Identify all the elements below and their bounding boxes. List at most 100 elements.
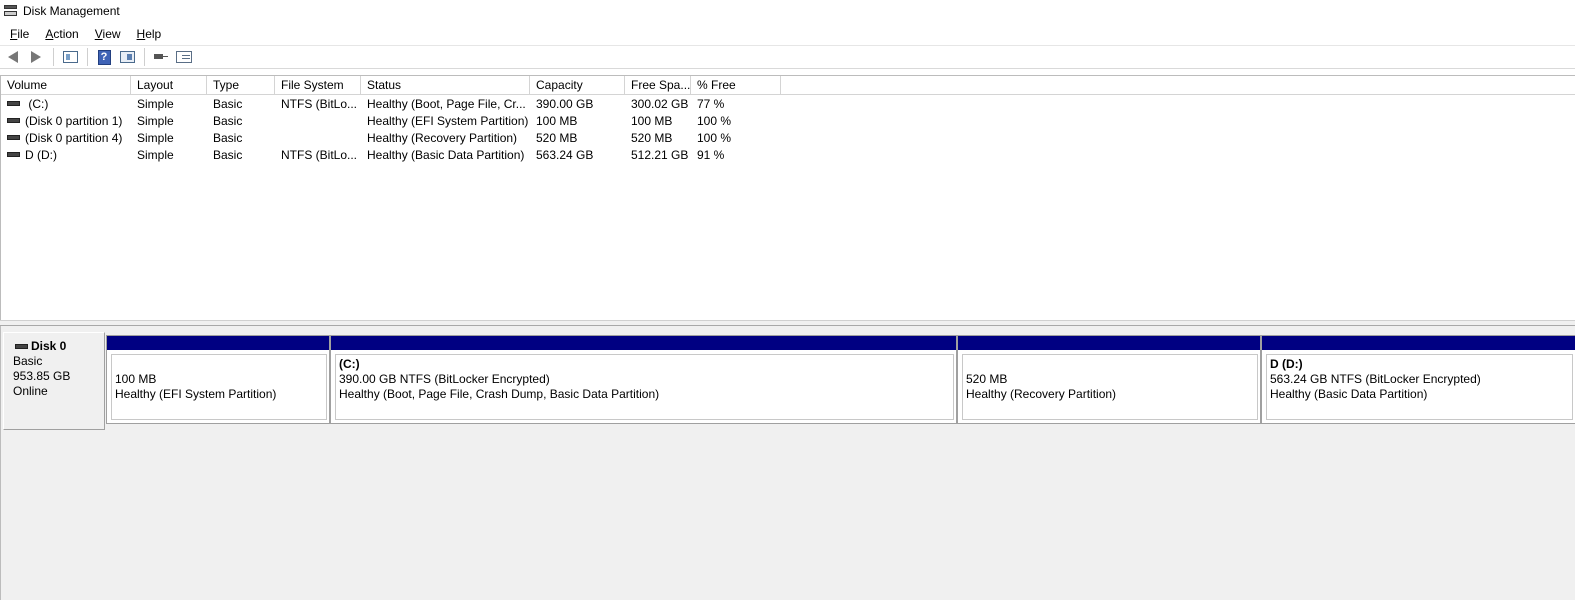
- type-cell: Basic: [213, 131, 243, 145]
- list-view-icon: [176, 51, 192, 63]
- percent-free-cell: 100 %: [697, 131, 732, 145]
- volume-icon: [7, 118, 20, 124]
- column-header-percent-free[interactable]: % Free: [691, 76, 781, 95]
- menu-view[interactable]: View: [87, 27, 129, 41]
- layout-cell: Simple: [137, 148, 174, 162]
- partition-detail: 100 MB: [115, 372, 157, 386]
- partition-detail: 390.00 GB NTFS (BitLocker Encrypted): [339, 372, 550, 386]
- column-header-status[interactable]: Status: [361, 76, 530, 95]
- forward-arrow-icon: [31, 51, 41, 63]
- percent-free-cell: 77 %: [697, 97, 725, 111]
- volume-name: D (D:): [25, 148, 57, 162]
- disk-management-app-icon: [3, 3, 19, 19]
- table-row[interactable]: (C:) Simple Basic NTFS (BitLo... Healthy…: [1, 96, 781, 113]
- capacity-cell: 390.00 GB: [536, 97, 594, 111]
- partition-detail: 520 MB: [966, 372, 1008, 386]
- partition-bar: [958, 336, 1260, 350]
- menu-action[interactable]: Action: [37, 27, 86, 41]
- layout-cell: Simple: [137, 131, 174, 145]
- connect-disk-icon: [153, 52, 169, 62]
- partition-status: Healthy (Recovery Partition): [966, 387, 1117, 401]
- volume-icon: [7, 152, 20, 158]
- volume-list[interactable]: Volume Layout Type File System Status Ca…: [0, 75, 1575, 320]
- menu-file[interactable]: File: [2, 27, 37, 41]
- disk-state: Online: [13, 384, 48, 398]
- type-cell: Basic: [213, 148, 243, 162]
- toolbar-separator: [53, 48, 54, 66]
- graphical-disk-view: Disk 0 Basic 953.85 GB Online 100 MB Hea…: [0, 326, 1575, 600]
- help-button[interactable]: ?: [94, 47, 114, 67]
- status-cell: Healthy (Recovery Partition): [367, 131, 518, 145]
- menu-bar: File Action View Help: [0, 23, 1575, 44]
- partition-bar: [1262, 336, 1575, 350]
- disk-name: Disk 0: [31, 339, 67, 353]
- partition-body: 520 MB Healthy (Recovery Partition): [962, 354, 1258, 420]
- partition-bar: [331, 336, 956, 350]
- status-cell: Healthy (EFI System Partition): [367, 114, 529, 128]
- back-button[interactable]: [3, 47, 23, 67]
- toolbar-separator: [87, 48, 88, 66]
- disk-0-label[interactable]: Disk 0 Basic 953.85 GB Online: [3, 332, 105, 430]
- layout-cell: Simple: [137, 97, 174, 111]
- list-view-button[interactable]: [174, 47, 194, 67]
- partition-c[interactable]: (C:) 390.00 GB NTFS (BitLocker Encrypted…: [330, 336, 957, 423]
- partition-status: Healthy (Basic Data Partition): [1270, 387, 1428, 401]
- percent-free-cell: 91 %: [697, 148, 725, 162]
- disk-0-partitions: 100 MB Healthy (EFI System Partition) (C…: [106, 335, 1575, 424]
- table-row[interactable]: D (D:) Simple Basic NTFS (BitLo... Healt…: [1, 147, 781, 164]
- window-title: Disk Management: [23, 4, 120, 18]
- status-cell: Healthy (Boot, Page File, Cr...: [367, 97, 526, 111]
- table-row[interactable]: (Disk 0 partition 4) Simple Basic Health…: [1, 130, 781, 147]
- capacity-cell: 100 MB: [536, 114, 578, 128]
- forward-button[interactable]: [26, 47, 46, 67]
- partition-body: 100 MB Healthy (EFI System Partition): [111, 354, 327, 420]
- file-system-cell: NTFS (BitLo...: [281, 97, 358, 111]
- free-space-cell: 300.02 GB: [631, 97, 689, 111]
- partition-body: D (D:) 563.24 GB NTFS (BitLocker Encrypt…: [1266, 354, 1573, 420]
- help-icon: ?: [97, 49, 111, 65]
- partition-detail: 563.24 GB NTFS (BitLocker Encrypted): [1270, 372, 1481, 386]
- partition-name: D (D:): [1270, 357, 1303, 371]
- percent-free-cell: 100 %: [697, 114, 732, 128]
- column-header-type[interactable]: Type: [207, 76, 275, 95]
- volume-cell: (Disk 0 partition 1): [1, 113, 131, 130]
- volume-list-header: Volume Layout Type File System Status Ca…: [1, 76, 1575, 95]
- partition-name: [115, 357, 326, 372]
- free-space-cell: 512.21 GB: [631, 148, 689, 162]
- partition-efi[interactable]: 100 MB Healthy (EFI System Partition): [106, 336, 330, 423]
- partition-name: (C:): [339, 357, 360, 371]
- volume-cell: D (D:): [1, 147, 131, 164]
- capacity-cell: 563.24 GB: [536, 148, 594, 162]
- column-header-layout[interactable]: Layout: [131, 76, 207, 95]
- file-system-cell: [275, 113, 361, 130]
- file-system-cell: [275, 130, 361, 147]
- show-hide-console-tree-button[interactable]: [60, 47, 80, 67]
- table-row[interactable]: (Disk 0 partition 1) Simple Basic Health…: [1, 113, 781, 130]
- properties-button[interactable]: [117, 47, 137, 67]
- status-cell: Healthy (Basic Data Partition): [367, 148, 525, 162]
- partition-recovery[interactable]: 520 MB Healthy (Recovery Partition): [957, 336, 1261, 423]
- file-system-cell: NTFS (BitLo...: [281, 148, 358, 162]
- free-space-cell: 520 MB: [631, 131, 673, 145]
- partition-body: (C:) 390.00 GB NTFS (BitLocker Encrypted…: [335, 354, 954, 420]
- capacity-cell: 520 MB: [536, 131, 578, 145]
- column-header-free-space[interactable]: Free Spa...: [625, 76, 691, 95]
- layout-cell: Simple: [137, 114, 174, 128]
- volume-icon: [7, 135, 20, 141]
- column-header-file-system[interactable]: File System: [275, 76, 361, 95]
- disk-icon: [15, 344, 28, 349]
- back-arrow-icon: [8, 51, 18, 63]
- partition-status: Healthy (EFI System Partition): [115, 387, 277, 401]
- volume-name: (Disk 0 partition 1): [25, 114, 123, 128]
- partition-d[interactable]: D (D:) 563.24 GB NTFS (BitLocker Encrypt…: [1261, 336, 1575, 423]
- show-hide-console-tree-icon: [62, 51, 78, 63]
- connect-disk-button[interactable]: [151, 47, 171, 67]
- title-bar: Disk Management: [0, 0, 1575, 22]
- partition-status: Healthy (Boot, Page File, Crash Dump, Ba…: [339, 387, 660, 401]
- column-header-capacity[interactable]: Capacity: [530, 76, 625, 95]
- disk-type: Basic: [13, 354, 43, 368]
- toolbar-separator: [144, 48, 145, 66]
- menu-help[interactable]: Help: [129, 27, 170, 41]
- volume-name: (Disk 0 partition 4): [25, 131, 123, 145]
- column-header-volume[interactable]: Volume: [1, 76, 131, 95]
